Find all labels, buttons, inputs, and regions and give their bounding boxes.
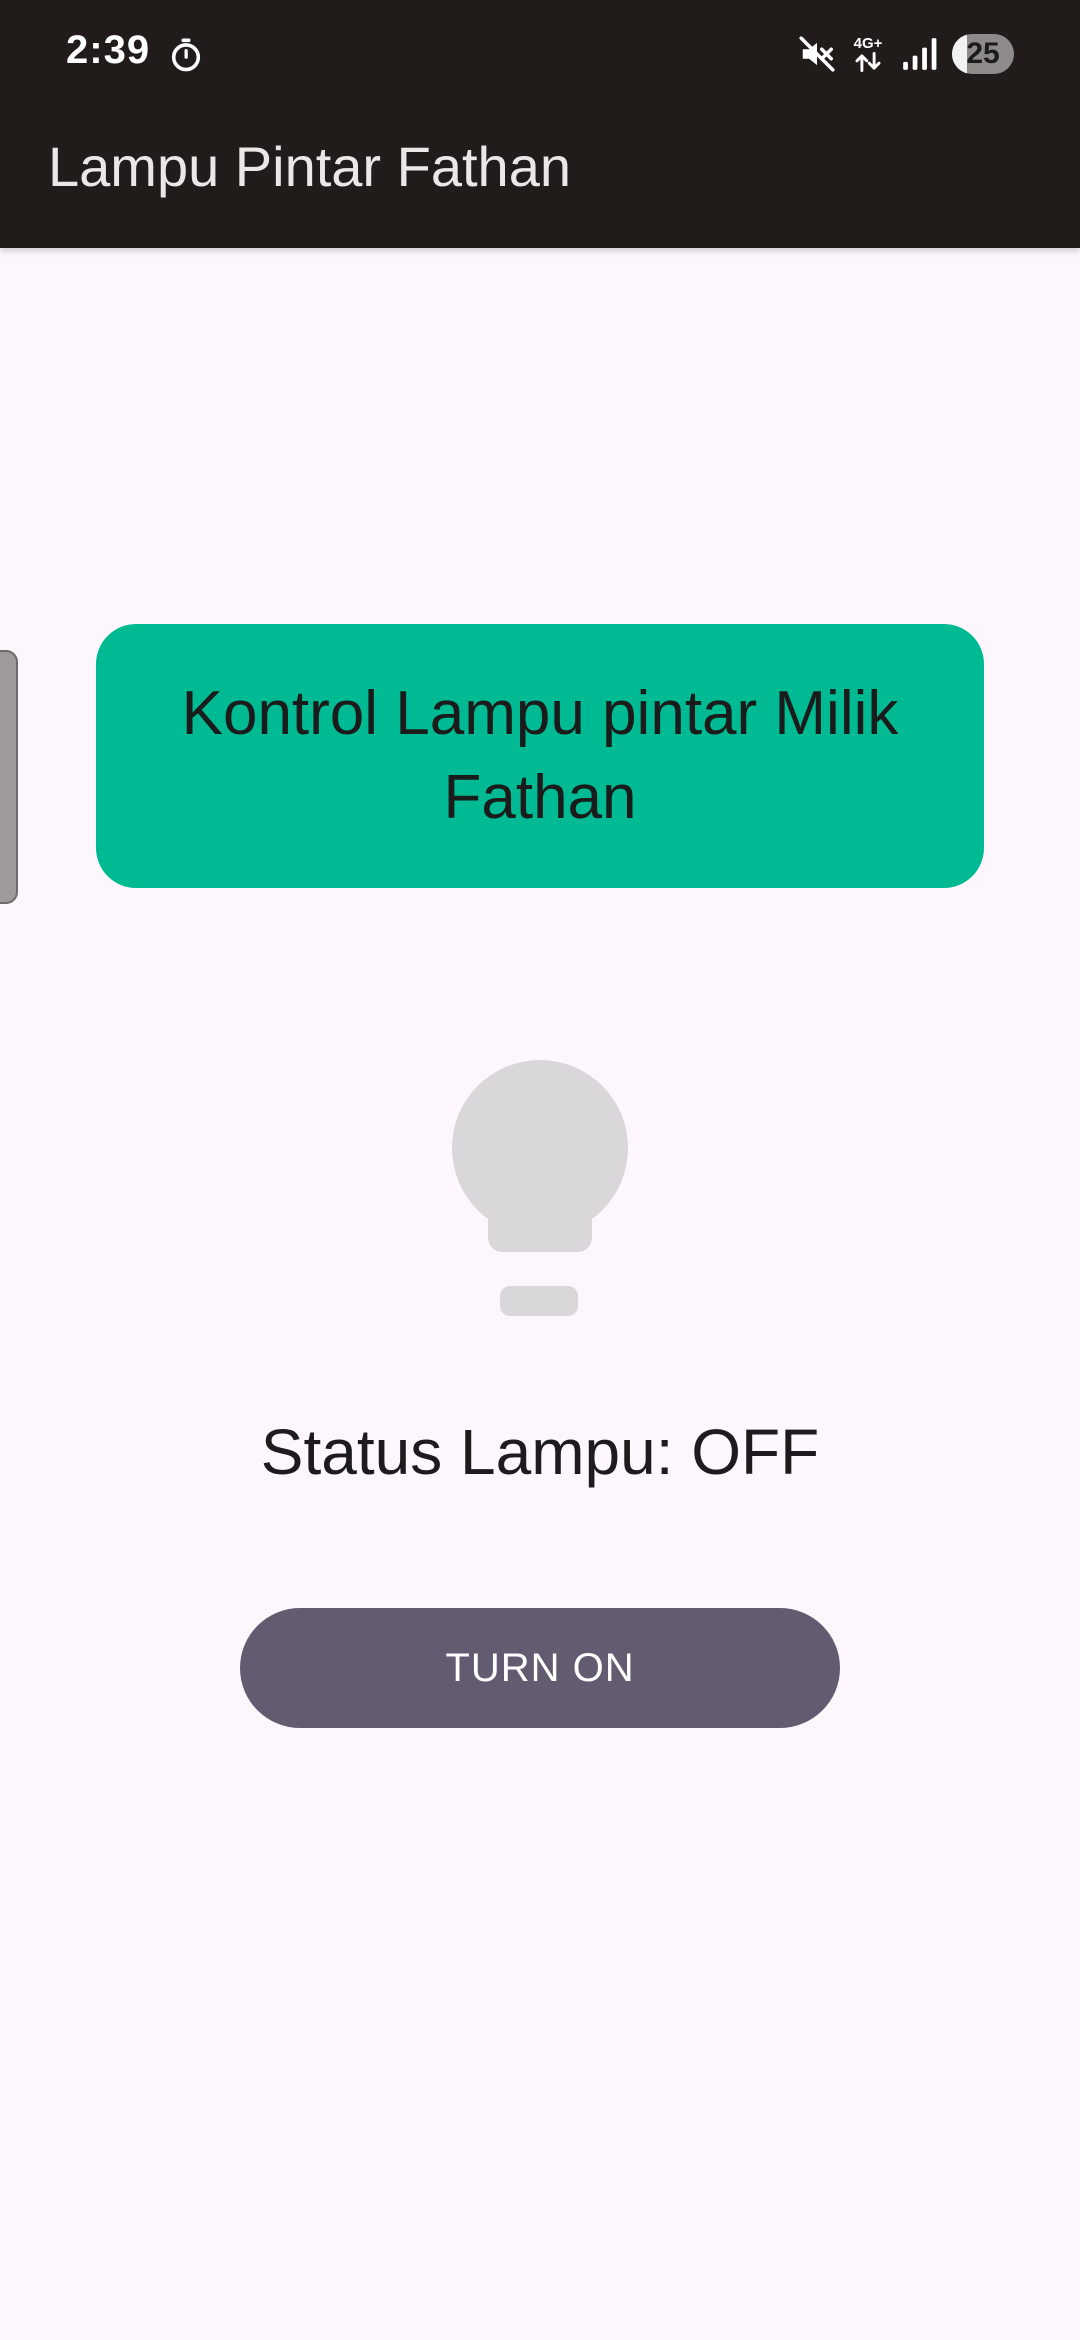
network-label: 4G+ — [853, 34, 883, 52]
turn-on-button[interactable]: TURN ON — [240, 1608, 840, 1728]
app-bar: Lampu Pintar Fathan — [0, 104, 1080, 248]
app-title: Lampu Pintar Fathan — [48, 135, 571, 198]
lightbulb-icon — [452, 1060, 628, 1316]
data-arrows-icon — [855, 51, 881, 72]
title-card: Kontrol Lampu pintar Milik Fathan — [96, 624, 984, 888]
signal-icon — [903, 38, 937, 70]
status-bar: 2:39 4G+ 25 — [0, 0, 1080, 104]
mute-icon — [799, 36, 835, 72]
edge-panel-handle[interactable] — [0, 650, 18, 904]
status-icons: 4G+ 25 — [798, 32, 1014, 76]
battery-indicator: 25 — [952, 34, 1014, 74]
network-icon: 4G+ — [850, 32, 886, 76]
battery-level: 25 — [966, 37, 1000, 70]
timer-icon — [171, 38, 201, 72]
lamp-status-text: Status Lampu: OFF — [260, 1416, 820, 1488]
battery-fill — [952, 34, 967, 74]
title-card-text: Kontrol Lampu pintar Milik Fathan — [181, 679, 899, 832]
status-time: 2:39 — [66, 28, 151, 72]
